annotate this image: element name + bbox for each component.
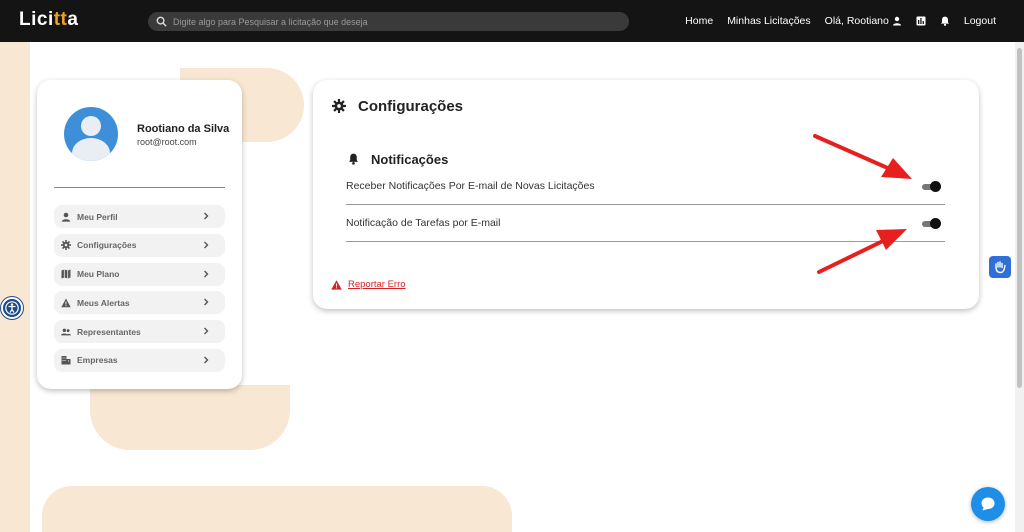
- chevron-right-icon: [204, 327, 209, 335]
- menu-item-label: Empresas: [77, 355, 118, 366]
- chevron-right-icon: [204, 212, 209, 220]
- nav-minhas-licitacoes-link[interactable]: Minhas Licitações: [727, 15, 810, 27]
- profile-card: Rootiano da Silva root@root.com Meu Perf…: [37, 80, 242, 389]
- building-icon: [61, 356, 71, 365]
- menu-item-label: Configurações: [77, 240, 137, 251]
- warning-icon: [331, 279, 342, 290]
- chevron-right-icon: [204, 270, 209, 278]
- user-email: root@root.com: [137, 137, 197, 147]
- search-icon: [156, 16, 167, 27]
- menu-item-label: Representantes: [77, 326, 141, 337]
- bell-icon: [940, 16, 949, 26]
- menu-item-representantes[interactable]: Representantes: [54, 320, 225, 344]
- accessibility-button[interactable]: [1, 297, 23, 319]
- search-input[interactable]: [173, 16, 613, 27]
- search-bar[interactable]: [148, 12, 629, 31]
- chat-button[interactable]: [971, 487, 1005, 521]
- nav-home-link[interactable]: Home: [685, 15, 713, 27]
- toggle-tarefas-email[interactable]: [920, 218, 942, 230]
- report-error-link[interactable]: Reportar Erro: [331, 279, 406, 290]
- menu-item-meu-plano[interactable]: Meu Plano: [54, 262, 225, 286]
- dashboard-button[interactable]: [916, 16, 926, 26]
- bg-shape: [90, 385, 290, 450]
- setting-label: Receber Notificações Por E-mail de Novas…: [346, 180, 595, 192]
- bg-shape: [42, 486, 512, 532]
- chevron-right-icon: [204, 298, 209, 306]
- setting-row-new-licitacoes: Receber Notificações Por E-mail de Novas…: [346, 180, 945, 205]
- people-icon: [61, 328, 71, 336]
- scrollbar-thumb[interactable]: [1017, 48, 1022, 388]
- menu-item-empresas[interactable]: Empresas: [54, 348, 225, 372]
- notifications-button[interactable]: [940, 16, 950, 26]
- nav-logout-link[interactable]: Logout: [964, 15, 996, 27]
- menu-item-label: Meu Perfil: [77, 211, 118, 222]
- chevron-right-icon: [204, 241, 209, 249]
- nav-user-menu[interactable]: Olá, Rootiano: [825, 15, 902, 27]
- notifications-section-title: Notificações: [371, 152, 449, 167]
- profile-menu: Meu Perfil Configurações Meu Plano Meus …: [54, 205, 225, 378]
- menu-item-label: Meu Plano: [77, 269, 120, 280]
- top-navigation-bar: Licitta Home Minhas Licitações Olá, Root…: [0, 0, 1024, 42]
- person-icon: [61, 212, 71, 222]
- logo-end-text: a: [67, 9, 79, 30]
- page-scrollbar[interactable]: [1015, 42, 1024, 532]
- gear-icon: [332, 99, 346, 113]
- report-error-label: Reportar Erro: [348, 279, 406, 290]
- sign-language-button[interactable]: [989, 256, 1011, 278]
- avatar: [64, 107, 118, 161]
- menu-item-configuracoes[interactable]: Configurações: [54, 233, 225, 257]
- setting-row-tarefas: Notificação de Tarefas por E-mail: [346, 217, 945, 242]
- bell-icon: [349, 153, 358, 165]
- gear-icon: [61, 240, 71, 251]
- bg-shape: [0, 392, 24, 532]
- dashboard-icon: [916, 16, 926, 26]
- divider: [54, 187, 225, 188]
- page-title: Configurações: [358, 98, 464, 115]
- licitta-logo[interactable]: Licitta: [19, 9, 78, 31]
- user-greeting: Olá, Rootiano: [824, 15, 889, 27]
- menu-item-label: Meus Alertas: [77, 297, 130, 308]
- user-name: Rootiano da Silva: [137, 123, 230, 135]
- logo-text: Lici: [19, 9, 54, 30]
- person-icon: [892, 16, 901, 26]
- toggle-new-licitacoes-email[interactable]: [920, 181, 942, 193]
- menu-item-meu-perfil[interactable]: Meu Perfil: [54, 205, 225, 228]
- accessibility-icon: [5, 301, 19, 315]
- logo-accent-text: tt: [53, 9, 68, 30]
- chat-bubble-icon: [981, 497, 995, 511]
- chevron-right-icon: [204, 356, 209, 364]
- map-icon: [61, 269, 71, 279]
- hand-icon: [995, 261, 1006, 274]
- setting-label: Notificação de Tarefas por E-mail: [346, 217, 501, 229]
- settings-card: Configurações Notificações Receber Notif…: [313, 80, 979, 309]
- menu-item-meus-alertas[interactable]: Meus Alertas: [54, 291, 225, 315]
- nav-links: Home Minhas Licitações Olá, Rootiano Log…: [685, 0, 996, 42]
- warning-icon: [61, 298, 71, 308]
